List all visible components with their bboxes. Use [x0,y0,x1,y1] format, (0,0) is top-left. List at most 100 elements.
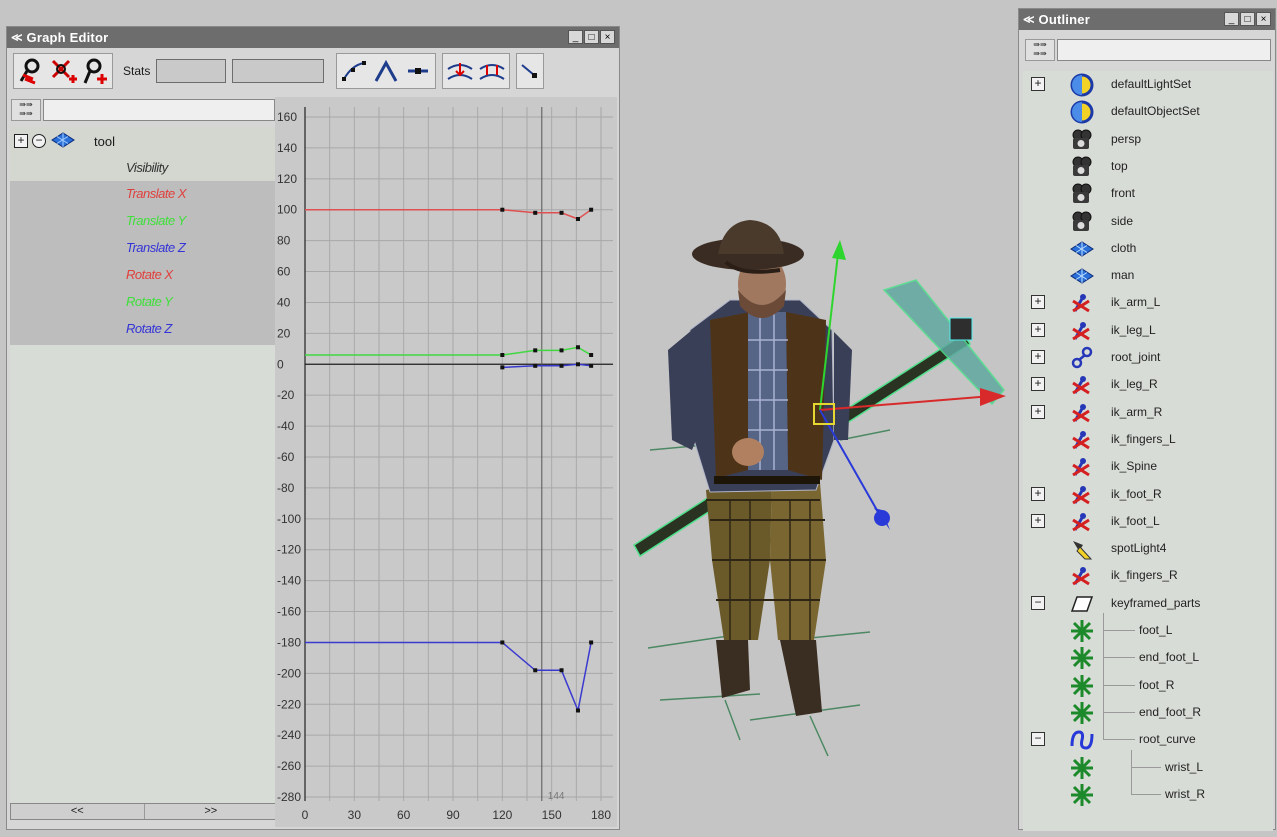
minimize-button[interactable]: _ [1224,12,1239,26]
close-button[interactable]: × [1256,12,1271,26]
outliner-item-ik-spine[interactable]: ik_Spine [1023,453,1273,480]
outliner-item-cloth[interactable]: cloth [1023,235,1273,262]
expand-icon[interactable]: + [1031,404,1045,419]
maximize-button[interactable]: □ [1240,12,1255,26]
curve-series-1[interactable] [305,346,592,356]
expand-icon[interactable]: + [1031,77,1045,91]
maximize-button[interactable]: □ [584,30,599,44]
keyframe-point[interactable] [575,708,580,713]
x-tick-label: 0 [302,808,309,822]
keyframe-point[interactable] [575,362,580,367]
stats-field-1[interactable] [156,59,227,83]
keyframe-point[interactable] [533,348,538,353]
expand-icon[interactable]: + [1031,295,1045,310]
curve-series-0[interactable] [305,208,592,220]
insert-key-tool-icon[interactable] [48,56,78,86]
outliner-item-wrist-l[interactable]: wrist_L [1023,754,1273,781]
attribute-rotate-x[interactable]: Rotate X [126,267,173,282]
keyframe-point[interactable] [589,640,594,645]
outliner-item-end-foot-l[interactable]: end_foot_L [1023,644,1273,671]
outliner-item-top[interactable]: top [1023,153,1273,180]
outliner-item-side[interactable]: side [1023,208,1273,235]
filter-icon[interactable]: ⇛⇛ ⇛⇛ [1025,39,1055,61]
outliner-item-ik-fingers-r[interactable]: ik_fingers_R [1023,562,1273,589]
keyframe-point[interactable] [500,365,505,370]
keyframe-point[interactable] [559,210,564,215]
keyframe-point[interactable] [559,363,564,368]
close-button[interactable]: × [600,30,615,44]
outliner-item-keyframed-parts[interactable]: − keyframed_parts [1023,590,1273,617]
outliner-item-root-joint[interactable]: + root_joint [1023,344,1273,371]
graph-editor-filter-input[interactable] [43,99,275,121]
attribute-rotate-z[interactable]: Rotate Z [126,321,172,336]
expand-icon[interactable]: + [1031,513,1045,528]
expand-icon[interactable]: + [1031,377,1045,392]
outliner-item-ik-foot-l[interactable]: + ik_foot_L [1023,508,1273,535]
outliner-item-defaultobjectset[interactable]: defaultObjectSet [1023,98,1273,125]
keyframe-point[interactable] [559,668,564,673]
spline-tangent-icon[interactable] [339,56,369,86]
scroll-left-button[interactable]: << [11,804,145,819]
collapse-icon[interactable]: − [1031,732,1045,747]
keyframe-point[interactable] [575,217,580,221]
outliner-item-ik-foot-r[interactable]: + ik_foot_R [1023,481,1273,508]
scroll-right-button[interactable]: >> [145,804,278,819]
expand-icon[interactable]: + [1031,350,1045,364]
outliner-item-ik-leg-r[interactable]: + ik_leg_R [1023,371,1273,398]
perspective-viewport[interactable] [620,0,1020,834]
expand-icon[interactable]: + [1031,322,1045,337]
flat-tangent-icon[interactable] [403,56,433,86]
graph-view[interactable]: 160 140 120 100 80 60 40 20 0 -20 -40 -60 -80 -100 -12… [275,97,617,827]
outliner-item-wrist-r[interactable]: wrist_R [1023,781,1273,808]
filter-icon[interactable]: ⇛⇛ ⇛⇛ [11,99,41,121]
curve-graph[interactable]: 160 140 120 100 80 60 40 20 0 -20 -40 -60 -80 -100 -12… [275,97,617,827]
keyframe-point[interactable] [589,207,594,212]
outliner-item-end-foot-r[interactable]: end_foot_R [1023,699,1273,726]
outliner-item-ik-arm-l[interactable]: + ik_arm_L [1023,289,1273,316]
graph-editor-scrollbar[interactable]: << >> [10,803,278,820]
expand-icon[interactable]: + [1031,486,1045,501]
outliner-item-defaultlightset[interactable]: + defaultLightSet [1023,71,1273,98]
curve-series-3[interactable] [305,641,592,714]
keyframe-point[interactable] [500,640,505,645]
keyframe-point[interactable] [575,345,580,350]
keyframe-point[interactable] [533,668,538,673]
minimize-button[interactable]: _ [568,30,583,44]
weighted-tangent-icon[interactable] [519,56,541,86]
keyframe-point[interactable] [589,363,594,368]
keyframe-point[interactable] [500,353,505,357]
move-key-tool-icon[interactable] [16,56,46,86]
keyframe-point[interactable] [589,353,594,357]
tree-item-tool[interactable]: + − tool [10,127,278,155]
unify-tangent-icon[interactable] [477,56,507,86]
attribute-translate-x[interactable]: Translate X [126,186,187,201]
add-key-tool-icon[interactable] [80,56,110,86]
outliner-item-root-curve[interactable]: − root_curve [1023,726,1273,753]
outliner-item-persp[interactable]: persp [1023,126,1273,153]
outliner-item-foot-l[interactable]: foot_L [1023,617,1273,644]
keyframe-point[interactable] [533,363,538,368]
keyframe-point[interactable] [500,207,505,212]
outliner-item-foot-r[interactable]: foot_R [1023,672,1273,699]
outliner-item-ik-leg-l[interactable]: + ik_leg_L [1023,317,1273,344]
keyframe-point[interactable] [533,210,538,215]
outliner-item-ik-arm-r[interactable]: + ik_arm_R [1023,399,1273,426]
attribute-translate-y[interactable]: Translate Y [126,213,186,228]
collapse-icon[interactable]: − [1031,595,1045,610]
expand-icon[interactable]: + [14,134,28,148]
collapse-icon[interactable]: − [32,134,46,148]
outliner-item-front[interactable]: front [1023,180,1273,207]
graph-editor-titlebar[interactable]: ≪ Graph Editor _ □ × [7,27,619,48]
attribute-translate-z[interactable]: Translate Z [126,240,186,255]
outliner-item-spotlight4[interactable]: spotLight4 [1023,535,1273,562]
outliner-item-man[interactable]: man [1023,262,1273,289]
outliner-item-ik-fingers-l[interactable]: ik_fingers_L [1023,426,1273,453]
keyframe-point[interactable] [559,348,564,353]
attribute-rotate-y[interactable]: Rotate Y [126,294,173,309]
outliner-titlebar[interactable]: ≪ Outliner _ □ × [1019,9,1275,30]
stats-field-2[interactable] [232,59,325,83]
linear-tangent-icon[interactable] [371,56,401,86]
break-tangent-icon[interactable] [445,56,475,86]
outliner-filter-input[interactable] [1057,39,1271,61]
attribute-visibility[interactable]: Visibility [126,160,168,175]
